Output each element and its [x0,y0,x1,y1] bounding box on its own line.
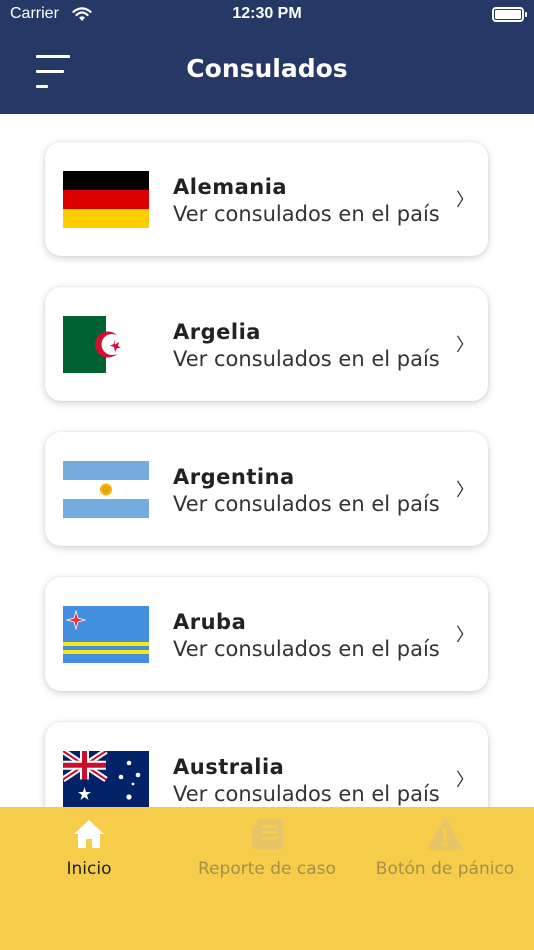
country-list[interactable]: Alemania Ver consulados en el país 〉 Arg… [0,114,534,807]
chevron-right-icon: 〉 [456,770,474,791]
page-title: Consulados [186,54,348,83]
menu-icon-line [36,85,48,88]
country-name: Alemania [173,175,288,199]
chevron-right-icon: 〉 [456,190,474,211]
tab-reporte-de-caso[interactable]: Reporte de caso [178,807,356,907]
country-subtitle: Ver consulados en el país [173,492,440,516]
tab-bar: Inicio Reporte de caso Botón de pánico [0,807,534,950]
country-card-argelia[interactable]: Argelia Ver consulados en el país 〉 [45,287,488,401]
aruba-flag-icon [63,606,149,663]
country-name: Australia [173,755,285,779]
navigation-header: Carrier 12:30 PM Consulados [0,0,534,114]
tab-inicio[interactable]: Inicio [0,807,178,907]
tab-label: Reporte de caso [198,859,336,879]
country-card-aruba[interactable]: Aruba Ver consulados en el país 〉 [45,577,488,691]
country-card-australia[interactable]: Australia Ver consulados en el país 〉 [45,722,488,807]
tab-label: Inicio [66,859,112,879]
country-subtitle: Ver consulados en el país [173,347,440,371]
status-bar: Carrier 12:30 PM [0,0,534,32]
australia-flag-icon [63,751,149,807]
home-icon [74,820,104,848]
country-subtitle: Ver consulados en el país [173,782,440,806]
warning-icon [427,818,463,850]
chevron-right-icon: 〉 [456,480,474,501]
argentina-flag-icon [63,461,149,518]
clock: 12:30 PM [232,5,302,22]
algeria-flag-icon [63,316,149,373]
country-subtitle: Ver consulados en el país [173,202,440,226]
country-name: Aruba [173,610,247,634]
document-icon [252,819,283,849]
chevron-right-icon: 〉 [456,335,474,356]
chevron-right-icon: 〉 [456,625,474,646]
country-name: Argentina [173,465,295,489]
country-subtitle: Ver consulados en el país [173,637,440,661]
tab-label: Botón de pánico [375,859,515,879]
germany-flag-icon [63,171,149,228]
country-name: Argelia [173,320,261,344]
country-card-alemania[interactable]: Alemania Ver consulados en el país 〉 [45,142,488,256]
tab-boton-de-panico[interactable]: Botón de pánico [356,807,534,907]
country-card-argentina[interactable]: Argentina Ver consulados en el país 〉 [45,432,488,546]
battery-icon [492,7,527,22]
